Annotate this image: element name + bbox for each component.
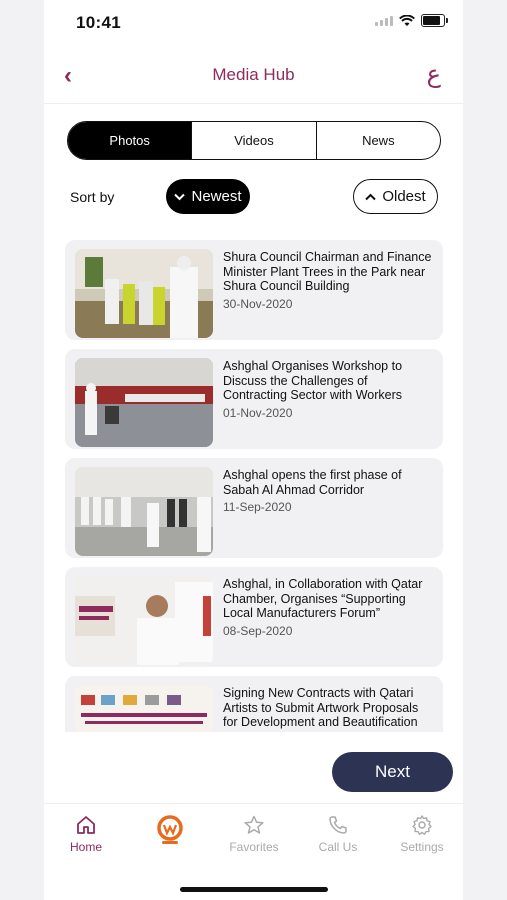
phone-icon (329, 816, 347, 834)
item-title: Signing New Contracts with Qatari Artist… (223, 686, 419, 729)
media-type-segmented-control: Photos Videos News (67, 121, 441, 160)
qmic-logo-icon (157, 815, 183, 844)
chevron-down-icon (174, 193, 186, 200)
item-date: 08-Sep-2020 (223, 623, 293, 638)
star-icon (244, 815, 264, 834)
tab-settings[interactable]: Settings (380, 814, 464, 854)
item-date: 30-Nov-2020 (223, 296, 293, 311)
bottom-tab-bar: Home Favorites Call Us Settings (44, 803, 463, 864)
status-time: 10:41 (76, 13, 121, 32)
item-title: Shura Council Chairman and Finance Minis… (223, 250, 432, 293)
sort-oldest-button[interactable]: Oldest (353, 179, 438, 214)
tab-news[interactable]: News (315, 122, 440, 159)
tab-favorites-label: Favorites (229, 840, 279, 854)
tab-settings-label: Settings (400, 840, 444, 854)
chevron-up-icon (365, 193, 377, 200)
tab-videos[interactable]: Videos (191, 122, 315, 159)
item-title: Ashghal, in Collaboration with Qatar Cha… (223, 577, 423, 620)
sort-newest-label: Newest (191, 188, 242, 205)
list-item[interactable]: Ashghal, in Collaboration with Qatar Cha… (65, 567, 443, 667)
gear-icon (412, 815, 432, 835)
thumbnail-image (75, 576, 213, 665)
tab-favorites[interactable]: Favorites (212, 814, 296, 854)
language-toggle-button[interactable]: ع (427, 60, 441, 88)
sort-newest-button[interactable]: Newest (166, 179, 250, 214)
home-indicator (180, 887, 328, 892)
sort-by-label: Sort by (70, 189, 115, 205)
tab-call-us[interactable]: Call Us (296, 814, 380, 854)
status-icons (375, 14, 448, 27)
media-list[interactable]: Shura Council Chairman and Finance Minis… (55, 230, 453, 732)
item-date: 01-Nov-2020 (223, 405, 293, 420)
thumbnail-image (75, 358, 213, 447)
item-title: Ashghal opens the first phase of Sabah A… (223, 468, 402, 497)
tab-photos[interactable]: Photos (68, 122, 192, 159)
thumbnail-image (75, 249, 213, 338)
tab-home-label: Home (69, 840, 102, 854)
tab-qmic[interactable] (128, 814, 212, 850)
tab-home[interactable]: Home (44, 814, 128, 854)
item-date: 11-Sep-2020 (223, 500, 292, 514)
nav-bar: ‹ Media Hub ع (44, 48, 463, 102)
item-title: Ashghal Organises Workshop to Discuss th… (223, 359, 403, 402)
thumbnail-image (75, 685, 213, 732)
tab-call-us-label: Call Us (318, 840, 358, 854)
wifi-icon (399, 14, 415, 26)
list-item[interactable]: Signing New Contracts with Qatari Artist… (65, 676, 443, 732)
sort-oldest-label: Oldest (382, 188, 426, 205)
list-item[interactable]: Shura Council Chairman and Finance Minis… (65, 240, 443, 340)
home-icon (77, 816, 95, 834)
status-bar: 10:41 (44, 0, 463, 44)
header-divider (44, 103, 463, 104)
next-button[interactable]: Next (332, 752, 453, 792)
battery-icon (421, 14, 448, 27)
list-item[interactable]: Ashghal Organises Workshop to Discuss th… (65, 349, 443, 449)
signal-icon (375, 15, 393, 26)
list-item[interactable]: Ashghal opens the first phase of Sabah A… (65, 458, 443, 558)
page-title: Media Hub (212, 65, 295, 84)
thumbnail-image (75, 467, 213, 556)
